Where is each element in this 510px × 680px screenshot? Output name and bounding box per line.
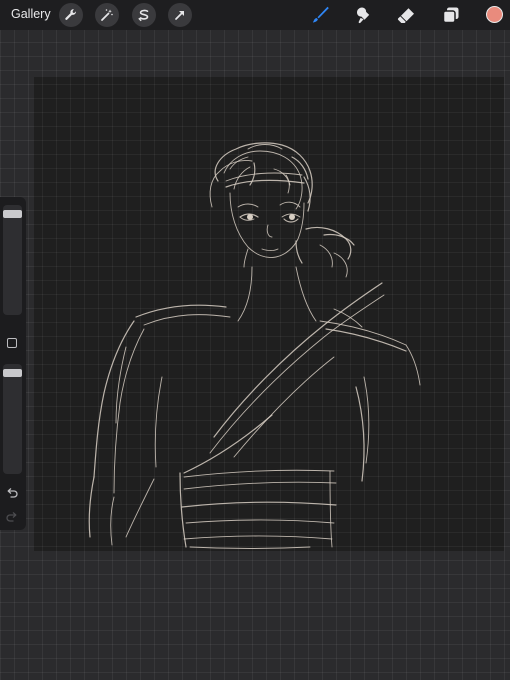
smudge-tool-button[interactable] [352,4,374,26]
brush-tool-button[interactable] [309,4,331,26]
sketch-stroke [405,344,421,386]
redo-icon [6,512,17,522]
left-sidebar [0,197,26,530]
brush-icon [312,6,329,23]
redo-button[interactable] [5,510,19,524]
brush-opacity-slider[interactable] [3,364,22,474]
sketch-stroke [154,376,163,468]
procreate-app: Gallery [0,0,510,680]
drawing-canvas[interactable] [34,77,504,551]
sketch-stroke [213,282,383,438]
top-toolbar: Gallery [0,0,510,30]
sketch-stroke [243,248,249,268]
sketch-stroke [233,166,251,190]
sketch-stroke [225,179,305,188]
sketch-stroke [319,320,407,346]
sketch-stroke [295,240,303,264]
sketch-stroke [261,248,279,251]
brush-size-slider[interactable] [3,205,22,315]
sketch-stroke [363,376,370,464]
layers-icon [442,7,459,24]
transform-arrow-icon [175,11,184,20]
smudge-icon [357,7,370,24]
sketch-stroke [181,501,337,508]
magic-wand-icon [101,9,113,21]
sketch-stroke [266,224,273,238]
color-picker-swatch[interactable] [486,6,503,23]
sketch-stroke [183,535,333,540]
sketch-stroke [143,314,231,326]
modify-button[interactable] [7,338,17,348]
sketch-stroke [93,320,135,478]
sketch-eye [247,214,253,220]
gallery-button[interactable]: Gallery [11,7,51,21]
transform-button[interactable] [168,3,192,27]
brush-opacity-thumb[interactable] [3,369,22,378]
line-art-sketch [88,142,421,549]
sketch-stroke [113,328,145,494]
adjustments-button[interactable] [95,3,119,27]
eraser-tool-button[interactable] [395,4,417,26]
actions-button[interactable] [59,3,83,27]
sketch-stroke [355,386,365,482]
sketch-stroke [183,414,273,474]
sketch-stroke [183,469,335,478]
sketch-stroke [185,519,335,524]
undo-button[interactable] [5,486,19,500]
brush-size-thumb[interactable] [3,210,22,219]
sketch-stroke [303,176,311,212]
sketch-stroke [279,201,301,208]
sketch-stroke [209,294,385,454]
sketch-stroke [305,226,352,260]
sketch-stroke [183,481,337,490]
sketch-stroke [88,476,95,538]
sketch-stroke [179,472,187,548]
layers-button[interactable] [440,4,462,26]
sketch-stroke [295,266,317,322]
sketch-stroke [125,478,155,538]
wrench-icon [65,9,76,20]
sketch-stroke [110,496,115,546]
undo-icon [7,488,18,498]
sketch-stroke [319,244,333,268]
sketch-eye [289,214,295,220]
sketch-stroke [237,266,253,322]
sketch-stroke [237,203,259,208]
sketch-stroke [115,346,127,424]
selection-button[interactable] [132,3,156,27]
selection-icon [138,9,149,22]
eraser-icon [397,8,414,23]
sketch-stroke [247,144,283,150]
sketch-stroke [333,252,348,278]
sketch-stroke [189,546,311,549]
